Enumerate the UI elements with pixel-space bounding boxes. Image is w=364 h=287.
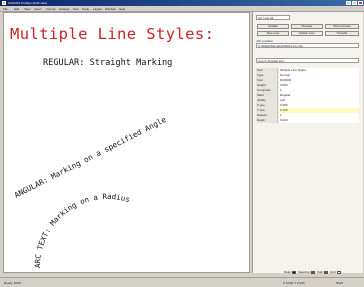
status-indicator: NUM [336, 281, 343, 285]
properties-panel: Art_Line 02 Update Preview Print preview… [252, 12, 363, 273]
status-left: Ready 100% [4, 281, 22, 285]
arc-line-text[interactable]: ARC TEXT: Marking on a Radius [33, 192, 131, 268]
arc-text-path: ARC TEXT: Marking on a Radius [33, 192, 131, 268]
maximize-icon[interactable] [352, 1, 357, 5]
transfer-button[interactable]: Transfer [325, 31, 359, 36]
line-name-field[interactable]: Art_Line 02 [256, 15, 290, 20]
status-coordinates: X 0.000 Y 0.000 [283, 281, 305, 285]
angular-line-text[interactable]: ANGULAR: Marking on a specified Angle [13, 115, 168, 200]
job-location-field[interactable]: C:\\Data\\Samples\\Multi-Line.mkj [256, 43, 359, 48]
application-window: CANVAS ProSign (draft view) File Edit Vi… [0, 0, 364, 287]
legend-swatch[interactable] [337, 271, 341, 274]
app-icon [2, 1, 6, 5]
line-style-select[interactable]: Line 2: Angular text [256, 58, 359, 63]
canvas-artwork: Multiple Line Styles: REGULAR: Straight … [10, 25, 214, 268]
regular-line-text[interactable]: REGULAR: Straight Marking [43, 58, 172, 68]
property-name: Depth [256, 118, 278, 123]
legend-label: Selection [298, 270, 311, 274]
update-button[interactable]: Update [257, 24, 289, 29]
drawing-canvas[interactable]: Multiple Line Styles: REGULAR: Straight … [3, 12, 250, 273]
legend-swatch[interactable] [311, 271, 315, 274]
legend-label: Ruler [284, 270, 292, 274]
legend-swatch[interactable] [324, 271, 328, 274]
status-bar: Ready 100% X 0.000 Y 0.000 NUM [0, 277, 364, 287]
property-value[interactable]: 0.020 [279, 118, 359, 123]
close-icon[interactable] [358, 1, 363, 5]
print-preview-button[interactable]: Print preview [325, 24, 359, 29]
new-line-button[interactable]: New Line [257, 31, 289, 36]
legend-label: Path [317, 270, 324, 274]
layer-legend: Ruler Selection Path Grid [284, 271, 362, 275]
legend-swatch[interactable] [292, 271, 296, 274]
canvas-title-text[interactable]: Multiple Line Styles: [10, 25, 214, 43]
preview-button[interactable]: Preview [291, 24, 323, 29]
minimize-icon[interactable] [346, 1, 351, 5]
delete-line-button[interactable]: Delete Line [291, 31, 323, 36]
legend-label: Grid [330, 270, 336, 274]
property-row[interactable]: Depth 0.020 [256, 118, 359, 123]
